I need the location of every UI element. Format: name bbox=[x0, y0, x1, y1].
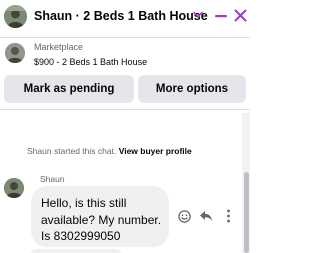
sender-avatar-image bbox=[4, 178, 24, 198]
reply-icon[interactable] bbox=[199, 210, 213, 222]
emoji-icon[interactable] bbox=[178, 210, 191, 223]
listing-title: $900 - 2 Beds 1 Bath House bbox=[34, 57, 148, 67]
sender-name: Shaun bbox=[40, 174, 65, 184]
chat-started-text: Shaun started this chat. bbox=[27, 146, 117, 156]
listing-thumbnail bbox=[5, 43, 25, 63]
message-line: available? My number. bbox=[41, 212, 162, 227]
header-avatar[interactable] bbox=[4, 5, 27, 28]
message-bubble[interactable]: Hello, is this still available? My numbe… bbox=[31, 186, 169, 247]
user-avatar-image bbox=[4, 5, 27, 28]
minimize-icon[interactable] bbox=[214, 8, 228, 24]
listing-summary[interactable]: Marketplace $900 - 2 Beds 1 Bath House bbox=[0, 38, 250, 72]
more-options-button[interactable]: More options bbox=[138, 75, 246, 103]
next-message-bubble[interactable] bbox=[31, 249, 121, 253]
mark-as-pending-button[interactable]: Mark as pending bbox=[4, 75, 134, 103]
listing-image bbox=[5, 43, 25, 63]
view-buyer-profile-link[interactable]: View buyer profile bbox=[119, 146, 192, 156]
close-icon[interactable] bbox=[234, 9, 247, 22]
message-line: Is 8302999050 bbox=[41, 229, 121, 243]
chat-started-notice: Shaun started this chat. View buyer prof… bbox=[27, 146, 192, 156]
chevron-down-icon[interactable] bbox=[193, 11, 203, 19]
message-line: Hello, is this still bbox=[41, 196, 127, 210]
chat-title[interactable]: Shaun · 2 Beds 1 Bath House bbox=[34, 9, 208, 23]
sender-avatar[interactable] bbox=[4, 178, 24, 198]
chat-header: Shaun · 2 Beds 1 Bath House bbox=[0, 0, 250, 36]
more-vertical-icon[interactable] bbox=[226, 209, 231, 223]
chat-scrollbar-thumb[interactable] bbox=[244, 172, 249, 253]
listing-source: Marketplace bbox=[34, 42, 84, 52]
